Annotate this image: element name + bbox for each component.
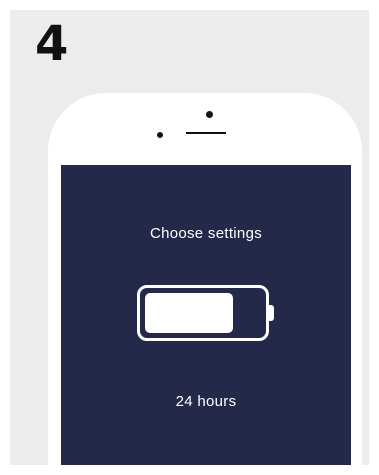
phone-illustration: Choose settings 24 hours (48, 93, 362, 465)
phone-screen: Choose settings 24 hours (61, 165, 351, 465)
battery-icon (137, 285, 269, 341)
battery-tip-icon (269, 305, 274, 321)
illustration-panel: 4 Choose settings 24 hours (10, 10, 369, 465)
speaker-icon (186, 132, 226, 134)
step-number: 4 (35, 16, 69, 72)
sensor-dot-icon (157, 132, 163, 138)
battery-duration-label: 24 hours (175, 393, 237, 410)
camera-dot-icon (206, 111, 213, 118)
battery-level-fill (145, 293, 233, 333)
screen-title: Choose settings (149, 225, 263, 242)
